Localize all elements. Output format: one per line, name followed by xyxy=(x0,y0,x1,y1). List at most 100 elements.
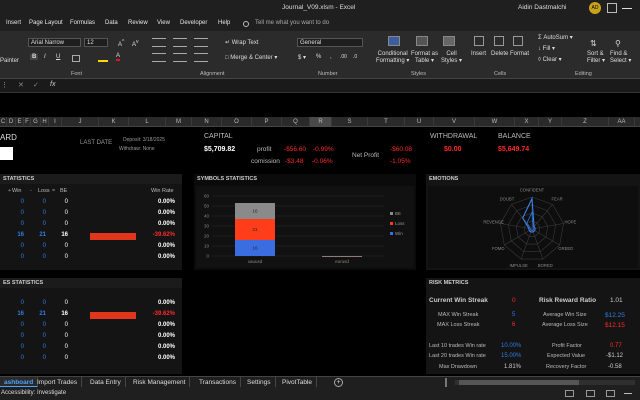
ribbon-display-icon[interactable] xyxy=(607,3,617,13)
increase-decimal-icon[interactable]: .00 xyxy=(340,54,347,60)
find-select-icon[interactable]: ⚲ xyxy=(615,39,621,48)
column-header[interactable]: P xyxy=(252,117,282,127)
column-header[interactable]: U xyxy=(405,117,434,127)
menu-formulas[interactable]: Formulas xyxy=(70,20,95,26)
find-select-button[interactable]: Find & Select ▾ xyxy=(610,51,631,64)
align-left-icon[interactable] xyxy=(152,53,166,62)
menu-review[interactable]: Review xyxy=(128,20,148,26)
page-layout-view-icon[interactable] xyxy=(586,390,595,397)
accounting-format-icon[interactable]: $ ▾ xyxy=(298,54,306,61)
fill-color-icon[interactable] xyxy=(98,55,108,62)
column-header[interactable]: Z xyxy=(562,117,609,127)
sort-filter-icon[interactable]: ⇅ xyxy=(590,39,597,48)
column-header[interactable]: J xyxy=(62,117,99,127)
menu-developer[interactable]: Developer xyxy=(180,20,207,26)
font-size-dropdown[interactable]: 12 xyxy=(84,38,108,47)
fill-button[interactable]: ↓ Fill ▾ xyxy=(538,45,555,52)
borders-icon[interactable] xyxy=(72,55,80,62)
format-painter-button[interactable]: Painter xyxy=(0,58,19,64)
normal-view-icon[interactable] xyxy=(565,390,574,397)
alignment-group-label: Alignment xyxy=(200,71,225,77)
formula-input[interactable] xyxy=(64,80,640,92)
window-title: Journal_V09.xlsm - Excel xyxy=(282,4,356,11)
add-sheet-icon[interactable]: + xyxy=(334,378,343,387)
cell-styles-icon[interactable] xyxy=(443,36,455,46)
format-as-table-icon[interactable] xyxy=(416,36,428,46)
cell-styles-button[interactable]: Cell Styles ▾ xyxy=(441,51,462,64)
accessibility-status[interactable]: Accessibility: Investigate xyxy=(1,390,66,396)
enter-icon[interactable]: ✓ xyxy=(33,81,39,89)
avatar[interactable]: AD xyxy=(589,2,601,14)
column-header[interactable]: X xyxy=(515,117,539,127)
format-as-table-button[interactable]: Format as Table ▾ xyxy=(411,51,438,64)
column-header[interactable]: S xyxy=(332,117,368,127)
insert-cells-button[interactable]: Insert xyxy=(471,51,486,57)
minimize-icon[interactable] xyxy=(622,8,632,9)
column-header[interactable]: I xyxy=(49,117,62,127)
align-bottom-icon[interactable] xyxy=(194,38,208,47)
align-center-icon[interactable] xyxy=(173,53,187,62)
column-header[interactable]: Y xyxy=(539,117,562,127)
scrollbar-thumb[interactable] xyxy=(459,380,579,385)
page-break-view-icon[interactable] xyxy=(606,390,615,397)
conditional-formatting-button[interactable]: Conditional Formatting ▾ xyxy=(376,51,409,64)
column-header[interactable]: E xyxy=(16,117,24,127)
format-cells-icon[interactable] xyxy=(513,36,523,46)
column-header[interactable]: N xyxy=(192,117,222,127)
column-header[interactable]: AB xyxy=(635,117,640,127)
italic-icon[interactable]: I xyxy=(44,54,46,60)
merge-center-button[interactable]: □ Merge & Center ▾ xyxy=(225,54,277,61)
delete-cells-icon[interactable] xyxy=(494,36,504,46)
menu-insert[interactable]: Insert xyxy=(6,20,21,26)
increase-font-icon[interactable]: A^ xyxy=(118,39,124,48)
wrap-text-button[interactable]: ↵ Wrap Text xyxy=(225,39,259,46)
font-name-dropdown[interactable]: Arial Narrow xyxy=(28,38,81,47)
tell-me-search[interactable]: Tell me what you want to do xyxy=(255,20,329,26)
comma-icon[interactable]: , xyxy=(330,54,332,60)
format-cells-button[interactable]: Format xyxy=(510,51,529,57)
column-header[interactable]: R xyxy=(310,117,332,127)
column-header[interactable]: D xyxy=(7,117,16,127)
decrease-decimal-icon[interactable]: .0 xyxy=(353,54,357,60)
align-middle-icon[interactable] xyxy=(173,38,187,47)
column-header[interactable]: F xyxy=(24,117,31,127)
column-header[interactable]: G xyxy=(31,117,41,127)
column-header[interactable]: K xyxy=(99,117,129,127)
delete-cells-button[interactable]: Delete xyxy=(491,51,508,57)
zoom-out-icon[interactable] xyxy=(624,393,632,394)
menu-page-layout[interactable]: Page Layout xyxy=(29,20,63,26)
column-header[interactable]: Q xyxy=(282,117,310,127)
column-header[interactable]: V xyxy=(434,117,475,127)
clear-button[interactable]: ◊ Clear ▾ xyxy=(538,56,562,63)
font-color-icon[interactable]: A xyxy=(116,53,121,61)
column-header[interactable]: L xyxy=(129,117,166,127)
namebox-dropdown-icon[interactable]: ⋮ xyxy=(1,81,8,89)
horizontal-scrollbar[interactable] xyxy=(455,380,635,385)
tab-split-handle[interactable] xyxy=(445,378,447,387)
dashboard-button[interactable] xyxy=(0,147,13,160)
menu-data[interactable]: Data xyxy=(105,20,118,26)
bold-icon[interactable]: B xyxy=(30,54,39,60)
conditional-formatting-icon[interactable] xyxy=(388,36,400,46)
underline-icon[interactable]: U xyxy=(56,54,60,60)
cancel-icon[interactable]: ✕ xyxy=(18,81,24,89)
column-header[interactable]: M xyxy=(166,117,192,127)
insert-function-icon[interactable]: fx xyxy=(50,81,55,88)
decrease-font-icon[interactable]: Av xyxy=(132,39,139,48)
app-name: Excel xyxy=(339,4,356,11)
column-header[interactable]: AA xyxy=(609,117,635,127)
autosum-button[interactable]: Σ AutoSum ▾ xyxy=(538,34,573,41)
number-format-dropdown[interactable]: General xyxy=(297,38,363,47)
column-header[interactable]: O xyxy=(222,117,252,127)
column-header[interactable]: W xyxy=(475,117,515,127)
align-right-icon[interactable] xyxy=(194,53,208,62)
column-header[interactable]: H xyxy=(41,117,49,127)
percent-icon[interactable]: % xyxy=(316,54,321,60)
menu-help[interactable]: Help xyxy=(218,20,230,26)
menu-view[interactable]: View xyxy=(157,20,170,26)
insert-cells-icon[interactable] xyxy=(474,36,484,46)
column-header[interactable]: T xyxy=(368,117,405,127)
sort-filter-button[interactable]: Sort & Filter ▾ xyxy=(587,51,605,64)
column-header[interactable]: C xyxy=(0,117,7,127)
align-top-icon[interactable] xyxy=(152,38,166,47)
